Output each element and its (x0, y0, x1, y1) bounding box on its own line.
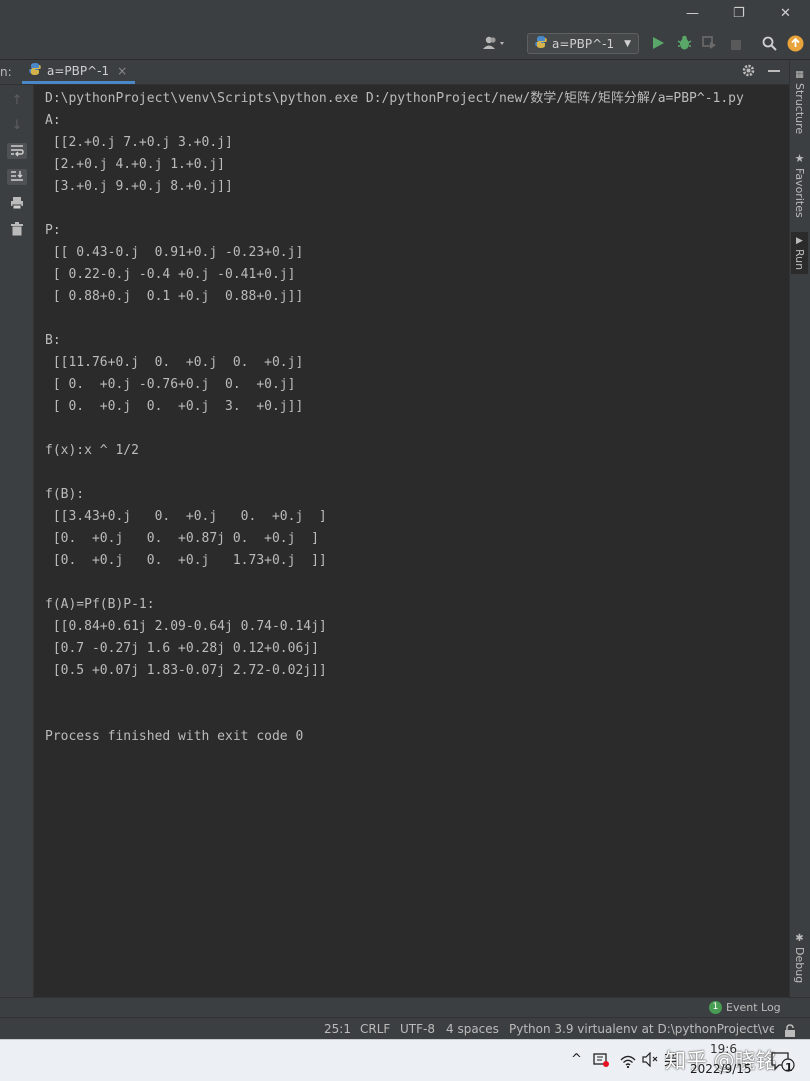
console-line: B: (45, 333, 61, 348)
event-log-button[interactable]: 1 Event Log (709, 1001, 781, 1014)
console-line: [ 0. +0.j 0. +0.j 3. +0.j]] (45, 399, 304, 414)
notification-count: 1 (785, 1061, 793, 1074)
console-line: [0. +0.j 0. +0.j 1.73+0.j ]] (45, 553, 327, 568)
event-log-label: Event Log (726, 1001, 781, 1014)
soft-wrap-icon[interactable] (7, 143, 27, 159)
python-icon (28, 62, 42, 79)
run-tool-tab[interactable]: ▶ Run (791, 232, 808, 275)
arrow-up-icon[interactable]: ↑ (9, 93, 25, 109)
close-window-button[interactable]: ✕ (780, 6, 791, 21)
update-icon[interactable] (787, 35, 804, 56)
clock-time[interactable]: 19:6 (710, 1042, 737, 1056)
console-line: f(B): (45, 487, 85, 502)
run-config-label: a=PBP^-1 (552, 36, 615, 51)
chevron-up-icon[interactable]: ^ (571, 1052, 582, 1067)
coverage-icon[interactable] (702, 36, 717, 54)
python-interpreter[interactable]: Python 3.9 virtualenv at D:\pythonProjec… (509, 1022, 774, 1036)
tab-close-button[interactable]: × (117, 64, 127, 78)
file-encoding[interactable]: UTF-8 (400, 1022, 435, 1036)
run-configuration-select[interactable]: a=PBP^-1 ▼ (527, 33, 639, 54)
console-line: [[ 0.43-0.j 0.91+0.j -0.23+0.j] (45, 245, 304, 260)
console-line: D:\pythonProject\venv\Scripts\python.exe… (45, 91, 744, 106)
tab-label: a=PBP^-1 (47, 63, 110, 78)
status-bar: 25:1 CRLF UTF-8 4 spaces Python 3.9 virt… (0, 1017, 810, 1040)
arrow-down-icon[interactable]: ↓ (9, 118, 25, 134)
minimize-button[interactable]: — (686, 6, 699, 21)
console-line: A: (45, 113, 61, 128)
console-line: Process finished with exit code 0 (45, 729, 304, 744)
debug-icon[interactable] (677, 35, 692, 55)
favorites-tool-tab[interactable]: ★ Favorites (793, 152, 806, 218)
console-line: [ 0. +0.j -0.76+0.j 0. +0.j] (45, 377, 296, 392)
console-line: [[2.+0.j 7.+0.j 3.+0.j] (45, 135, 233, 150)
console-line: [ 0.88+0.j 0.1 +0.j 0.88+0.j]] (45, 289, 304, 304)
network-alert-icon[interactable] (593, 1052, 610, 1072)
chevron-down-icon: ▼ (624, 38, 632, 49)
console-line: [2.+0.j 4.+0.j 1.+0.j] (45, 157, 226, 172)
panel-prefix: n: (0, 65, 12, 79)
console-line: P: (45, 223, 61, 238)
debug-label: Debug (793, 947, 806, 984)
console-line: [0.5 +0.07j 1.83-0.07j 2.72-0.02j]] (45, 663, 327, 678)
console-line: [ 0.22-0.j -0.4 +0.j -0.41+0.j] (45, 267, 296, 282)
favorites-label: Favorites (793, 168, 806, 218)
run-tab-bar: n: a=PBP^-1 × (0, 60, 790, 85)
structure-label: Structure (793, 83, 806, 135)
structure-tool-tab[interactable]: ▦ Structure (793, 70, 806, 134)
volume-muted-icon[interactable] (642, 1051, 659, 1071)
console-line: [3.+0.j 9.+0.j 8.+0.j]] (45, 179, 233, 194)
structure-icon: ▦ (794, 70, 805, 80)
scroll-to-end-icon[interactable] (7, 169, 27, 185)
event-log-bar: 1 Event Log (0, 997, 810, 1018)
run-label: Run (793, 249, 806, 271)
bug-icon: ✱ (794, 933, 805, 944)
stop-icon[interactable] (730, 37, 742, 55)
search-icon[interactable] (762, 36, 777, 55)
console-line: f(x):x ^ 1/2 (45, 443, 139, 458)
console-toolbar: ↑ ↓ (0, 85, 34, 997)
windows-taskbar: ^ 英 知乎 @晓铭 19:6 2022/9/15 1 (0, 1039, 810, 1081)
console-text: D:\pythonProject\venv\Scripts\python.exe… (34, 85, 788, 748)
hide-panel-button[interactable] (768, 70, 780, 72)
console-output[interactable]: D:\pythonProject\venv\Scripts\python.exe… (34, 85, 788, 997)
gear-icon[interactable] (741, 63, 756, 82)
console-line: [[11.76+0.j 0. +0.j 0. +0.j] (45, 355, 304, 370)
debug-tool-tab[interactable]: ✱ Debug (793, 933, 806, 983)
user-icon[interactable] (483, 36, 507, 54)
console-line: [0.7 -0.27j 1.6 +0.28j 0.12+0.06j] (45, 641, 319, 656)
python-icon (534, 35, 548, 52)
console-line: [0. +0.j 0. +0.87j 0. +0.j ] (45, 531, 319, 546)
run-icon: ▶ (794, 236, 805, 246)
indent-setting[interactable]: 4 spaces (446, 1022, 499, 1036)
title-bar: — ❐ ✕ (0, 0, 810, 30)
right-tool-strip: ▦ Structure ★ Favorites ▶ Run ✱ Debug (789, 60, 810, 997)
clock-date[interactable]: 2022/9/15 (690, 1062, 752, 1076)
print-icon[interactable] (9, 196, 25, 212)
line-separator[interactable]: CRLF (360, 1022, 390, 1036)
restore-button[interactable]: ❐ (733, 6, 745, 21)
trash-icon[interactable] (9, 222, 25, 238)
tab-a-pbp[interactable]: a=PBP^-1 × (22, 60, 136, 84)
star-icon: ★ (793, 152, 806, 165)
caret-position[interactable]: 25:1 (324, 1022, 351, 1036)
wifi-icon[interactable] (620, 1053, 636, 1072)
console-line: f(A)=Pf(B)P-1: (45, 597, 155, 612)
event-log-badge: 1 (709, 1001, 722, 1014)
run-icon[interactable] (652, 36, 665, 54)
console-line: [[0.84+0.61j 2.09-0.64j 0.74-0.14j] (45, 619, 327, 634)
main-toolbar: a=PBP^-1 ▼ (0, 30, 810, 60)
console-line: [[3.43+0.j 0. +0.j 0. +0.j ] (45, 509, 327, 524)
